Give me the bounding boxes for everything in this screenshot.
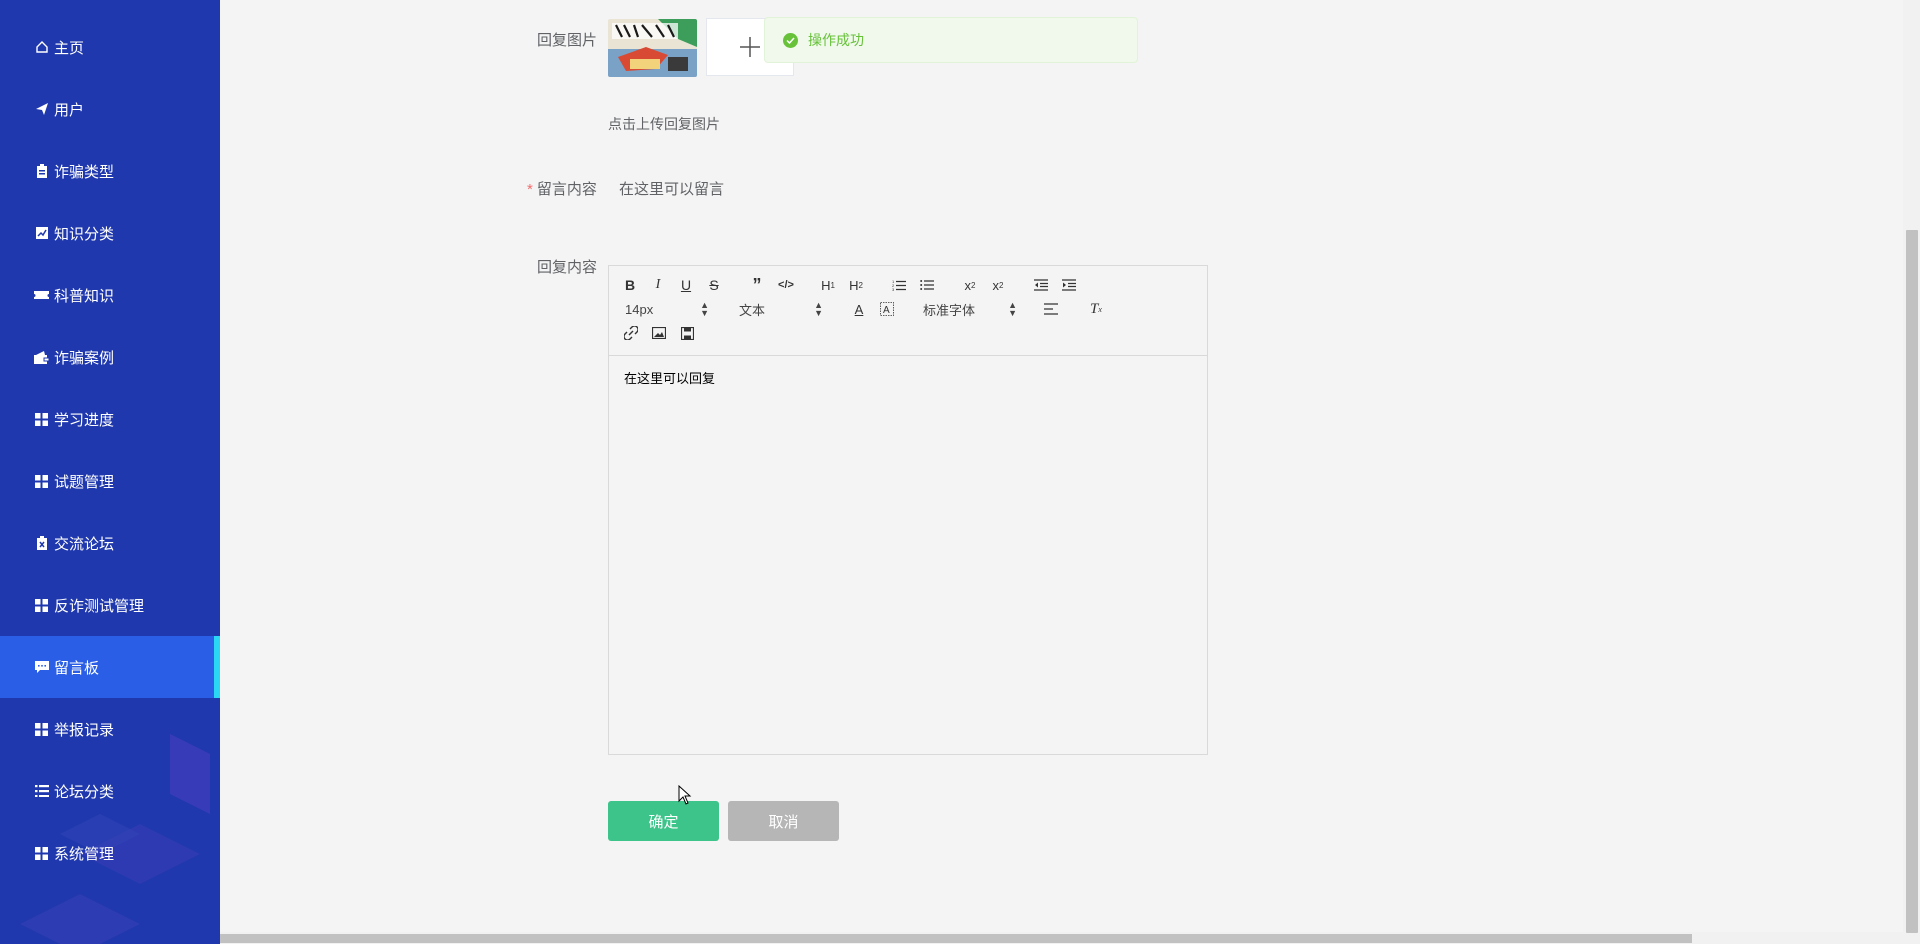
success-toast: 操作成功 (764, 17, 1138, 63)
svg-text:A: A (883, 305, 890, 316)
indent-icon[interactable] (1061, 276, 1077, 294)
bullet-list-icon[interactable] (919, 276, 935, 294)
bold-button[interactable]: B (623, 276, 637, 294)
sidebar-item-label: 科普知识 (54, 287, 115, 305)
sidebar-item-label: 交流论坛 (54, 535, 115, 553)
sidebar-item-label: 系统管理 (54, 845, 115, 863)
sidebar-item-learning-progress[interactable]: 学习进度 (0, 388, 220, 450)
sidebar: 主页 用户 诈骗类型 知识分类 科普知识 诈骗案例 学习进度 试题管理 交流论坛… (0, 0, 220, 944)
sidebar-item-label: 诈骗类型 (54, 163, 115, 181)
superscript-button[interactable]: x2 (989, 276, 1007, 294)
select-arrows-icon: ▲ ▼ (814, 300, 823, 318)
sidebar-item-label: 用户 (54, 101, 85, 119)
editor-content[interactable]: 在这里可以回复 (624, 368, 715, 387)
sidebar-item-forum[interactable]: 交流论坛 (0, 512, 220, 574)
confirm-button[interactable]: 确定 (608, 801, 719, 841)
horizontal-scrollbar-thumb[interactable] (220, 934, 1692, 943)
sidebar-item-label: 学习进度 (54, 411, 115, 429)
sidebar-item-label: 留言板 (54, 659, 100, 677)
message-icon (34, 660, 49, 675)
grid-icon (34, 846, 49, 861)
check-circle-icon (783, 32, 798, 48)
sidebar-item-users[interactable]: 用户 (0, 78, 220, 140)
grid-icon (34, 598, 49, 613)
sidebar-item-label: 试题管理 (54, 473, 115, 491)
reply-content-label: 回复内容 (537, 259, 598, 276)
outdent-icon[interactable] (1033, 276, 1049, 294)
font-family-select[interactable]: 标准字体 ▲ ▼ (923, 300, 1017, 318)
sidebar-item-system-management[interactable]: 系统管理 (0, 822, 220, 884)
font-size-select[interactable]: 14px ▲ ▼ (625, 300, 709, 318)
sidebar-item-message-board[interactable]: 留言板 (0, 636, 220, 698)
sidebar-item-forum-categories[interactable]: 论坛分类 (0, 760, 220, 822)
sidebar-item-label: 诈骗案例 (54, 349, 115, 367)
sidebar-item-science-knowledge[interactable]: 科普知识 (0, 264, 220, 326)
editor-toolbar: B I U S ” </> H1 H2 123 x2 x2 14px ▲ ▼ 文本… (609, 266, 1207, 356)
font-family-value: 标准字体 (923, 302, 976, 318)
message-label: * 留言内容 (527, 178, 597, 199)
blockquote-button[interactable]: ” (749, 275, 765, 295)
text-color-button[interactable]: A (851, 300, 867, 318)
select-arrows-icon: ▲ ▼ (1008, 300, 1017, 318)
sidebar-item-reports[interactable]: 举报记录 (0, 698, 220, 760)
cancel-button[interactable]: 取消 (728, 801, 839, 841)
link-icon[interactable] (623, 324, 639, 342)
sidebar-item-question-management[interactable]: 试题管理 (0, 450, 220, 512)
code-button[interactable]: </> (777, 276, 795, 294)
align-left-icon[interactable] (1043, 300, 1059, 318)
ordered-list-icon[interactable]: 123 (891, 276, 907, 294)
sidebar-item-label: 反诈测试管理 (54, 597, 145, 615)
grid-icon (34, 474, 49, 489)
select-arrows-icon: ▲ ▼ (700, 300, 709, 318)
sidebar-item-fraud-cases[interactable]: 诈骗案例 (0, 326, 220, 388)
image-icon[interactable] (651, 324, 667, 342)
font-size-value: 14px (625, 301, 654, 317)
vertical-scrollbar[interactable] (1903, 0, 1920, 944)
italic-button[interactable]: I (651, 276, 665, 294)
clipboard-icon (34, 164, 49, 179)
sidebar-item-knowledge-categories[interactable]: 知识分类 (0, 202, 220, 264)
subscript-button[interactable]: x2 (961, 276, 979, 294)
home-icon (34, 40, 49, 55)
video-icon[interactable] (679, 324, 695, 342)
paper-plane-icon (34, 102, 49, 117)
sidebar-item-anti-fraud-test[interactable]: 反诈测试管理 (0, 574, 220, 636)
sidebar-item-home[interactable]: 主页 (0, 16, 220, 78)
sidebar-item-label: 举报记录 (54, 721, 115, 739)
background-color-icon[interactable]: A (879, 300, 895, 318)
reply-image-label: 回复图片 (537, 32, 598, 49)
svg-text:3: 3 (892, 287, 895, 291)
horizontal-scrollbar[interactable] (220, 932, 1903, 944)
message-value: 在这里可以留言 (619, 181, 725, 198)
h1-button[interactable]: H1 (819, 276, 837, 294)
vertical-scrollbar-thumb[interactable] (1906, 230, 1918, 933)
clipboard-x-icon (34, 536, 49, 551)
mouse-cursor-icon (678, 785, 692, 805)
message-label-text: 留言内容 (536, 181, 597, 198)
sidebar-item-label: 主页 (54, 39, 85, 57)
toast-message: 操作成功 (808, 32, 864, 48)
sidebar-item-label: 知识分类 (54, 225, 115, 243)
wallet-icon (34, 350, 49, 365)
grid-icon (34, 722, 49, 737)
paragraph-value: 文本 (739, 302, 766, 318)
rich-text-editor: B I U S ” </> H1 H2 123 x2 x2 14px ▲ ▼ 文本… (608, 265, 1208, 755)
reply-image-thumbnail[interactable] (608, 19, 697, 77)
plus-icon (740, 37, 760, 57)
grid-icon (34, 412, 49, 427)
chart-icon (34, 226, 49, 241)
ticket-icon (34, 288, 49, 303)
strikethrough-button[interactable]: S (707, 276, 721, 294)
upload-hint: 点击上传回复图片 (608, 116, 720, 132)
h2-button[interactable]: H2 (847, 276, 865, 294)
underline-button[interactable]: U (679, 276, 693, 294)
required-asterisk: * (527, 181, 533, 198)
list-icon (34, 784, 49, 799)
clear-format-button[interactable]: Tx (1087, 300, 1105, 318)
sidebar-item-fraud-types[interactable]: 诈骗类型 (0, 140, 220, 202)
sidebar-item-label: 论坛分类 (54, 783, 115, 801)
paragraph-select[interactable]: 文本 ▲ ▼ (739, 300, 823, 318)
